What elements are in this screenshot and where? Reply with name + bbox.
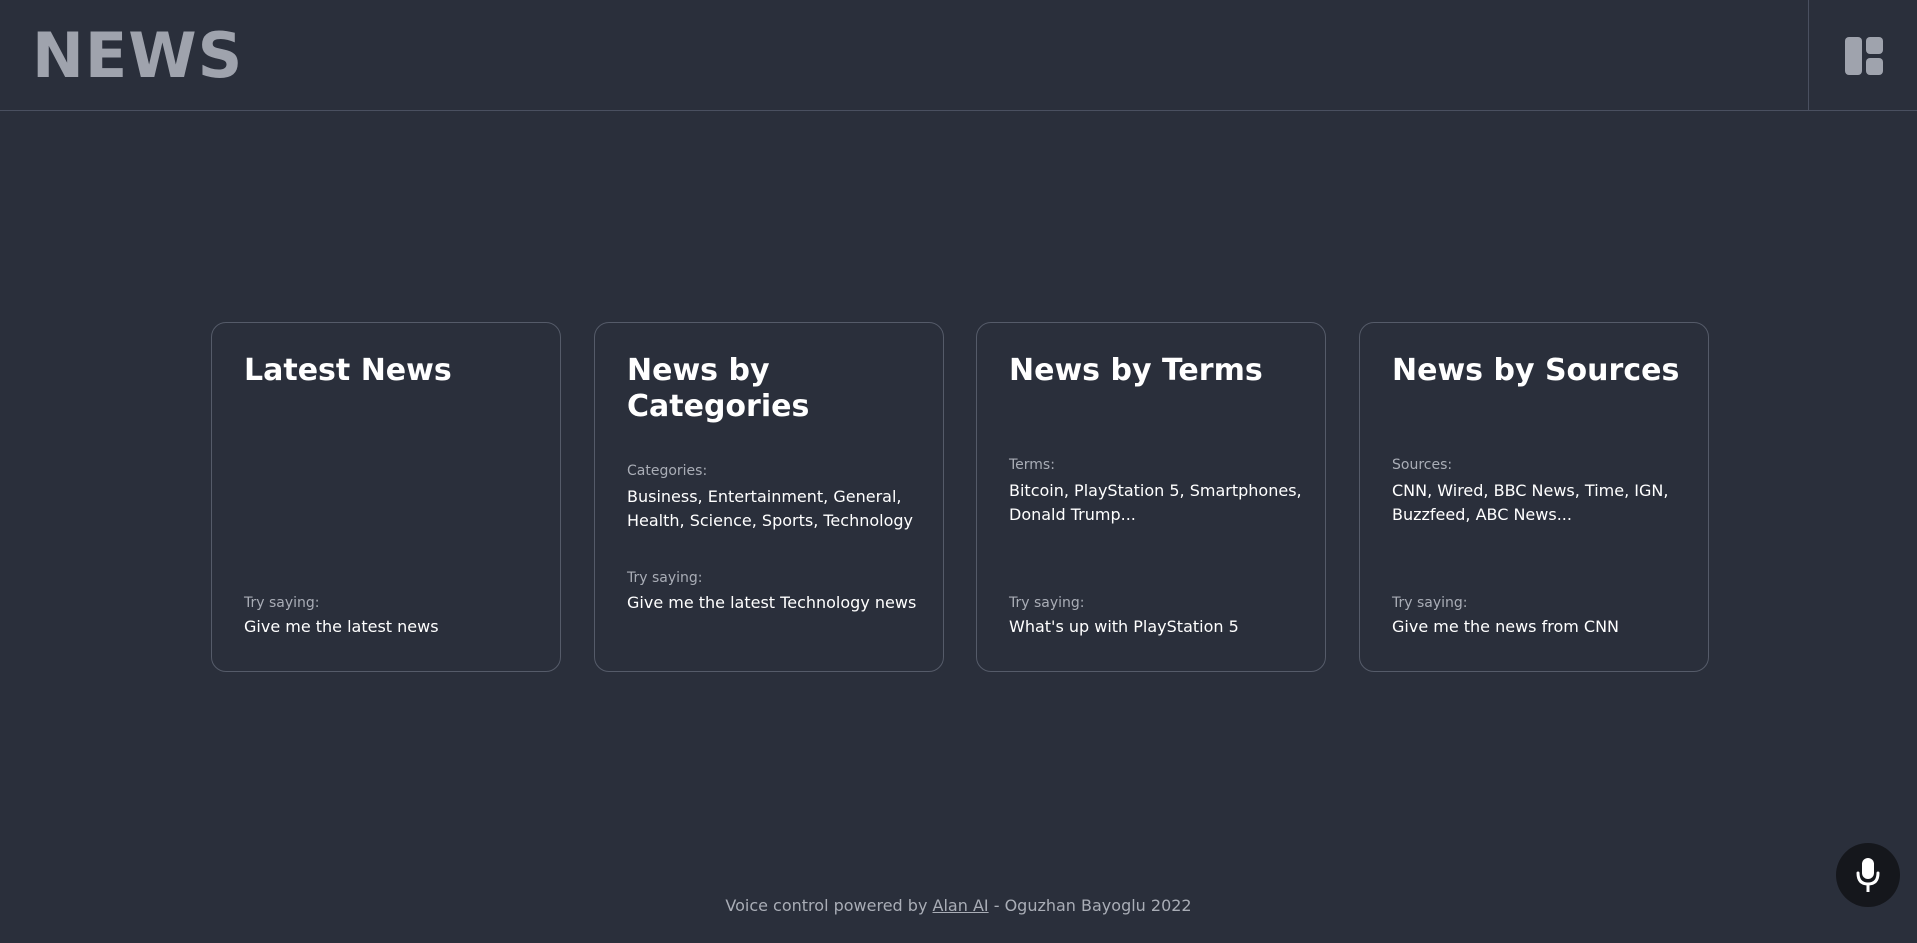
categories-list: Business, Entertainment, General, Health… [627, 487, 913, 530]
card-news-by-sources[interactable]: News by Sources Sources: CNN, Wired, BBC… [1359, 322, 1709, 672]
news-logo[interactable]: NEWS [32, 18, 243, 94]
card-latest-news[interactable]: Latest News Try saying: Give me the late… [211, 322, 561, 672]
layout-toggle-button[interactable] [1808, 0, 1917, 110]
try-saying-label: Try saying: [1009, 595, 1085, 611]
footer: Voice control powered by Alan AI - Oguzh… [0, 895, 1917, 917]
try-saying-label: Try saying: [244, 595, 320, 611]
footer-prefix: Voice control powered by [725, 896, 928, 915]
card-news-by-terms[interactable]: News by Terms Terms: Bitcoin, PlayStatio… [976, 322, 1326, 672]
try-saying-label: Try saying: [1392, 595, 1468, 611]
try-saying-phrase: Give me the latest news [244, 617, 439, 636]
footer-suffix: - Oguzhan Bayoglu 2022 [993, 896, 1192, 915]
card-news-by-categories[interactable]: News by Categories Categories: Business,… [594, 322, 944, 672]
terms-list: Bitcoin, PlayStation 5, Smartphones, Don… [1009, 481, 1302, 524]
try-saying-label: Try saying: [627, 570, 703, 586]
try-saying-phrase: What's up with PlayStation 5 [1009, 617, 1239, 636]
categories-label: Categories: [627, 463, 708, 479]
card-title: Latest News [244, 353, 452, 388]
microphone-icon [1856, 858, 1880, 892]
card-title: News by Categories [627, 353, 810, 424]
terms-label: Terms: [1009, 457, 1055, 473]
sources-list: CNN, Wired, BBC News, Time, IGN, Buzzfee… [1392, 481, 1669, 524]
try-saying-phrase: Give me the latest Technology news [627, 593, 917, 612]
alan-ai-link[interactable]: Alan AI [933, 896, 989, 915]
card-title: News by Terms [1009, 353, 1263, 388]
news-cards: Latest News Try saying: Give me the late… [211, 322, 1709, 672]
layout-grid-icon [1845, 37, 1883, 75]
app-header: NEWS [0, 0, 1917, 111]
card-title: News by Sources [1392, 353, 1680, 388]
try-saying-phrase: Give me the news from CNN [1392, 617, 1620, 636]
sources-label: Sources: [1392, 457, 1453, 473]
